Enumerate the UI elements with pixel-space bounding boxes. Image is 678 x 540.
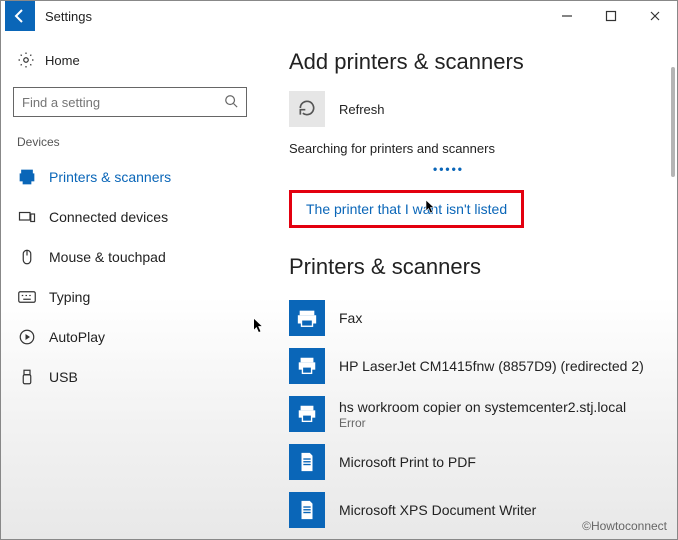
printer-device-icon xyxy=(289,396,325,432)
search-icon xyxy=(224,94,238,111)
print-pdf-icon xyxy=(289,444,325,480)
home-nav[interactable]: Home xyxy=(13,45,247,75)
usb-icon xyxy=(17,367,37,387)
search-input[interactable] xyxy=(22,95,224,110)
search-input-wrap[interactable] xyxy=(13,87,247,117)
printer-name: Microsoft XPS Document Writer xyxy=(339,502,536,518)
keyboard-icon xyxy=(17,287,37,307)
close-button[interactable] xyxy=(633,1,677,31)
printer-name: hs workroom copier on systemcenter2.stj.… xyxy=(339,399,626,415)
sidebar-item-label: Typing xyxy=(49,289,90,305)
printer-device-icon xyxy=(289,348,325,384)
titlebar: Settings xyxy=(1,1,677,31)
printer-name: HP LaserJet CM1415fnw (8857D9) (redirect… xyxy=(339,358,644,374)
gear-icon xyxy=(17,51,35,69)
heading-printers-list: Printers & scanners xyxy=(289,254,647,280)
refresh-icon xyxy=(297,98,317,121)
window-title: Settings xyxy=(45,9,92,24)
print-xps-icon xyxy=(289,492,325,528)
printer-icon xyxy=(17,167,37,187)
printer-not-listed-link[interactable]: The printer that I want isn't listed xyxy=(306,201,507,217)
sidebar-item-label: USB xyxy=(49,369,78,385)
maximize-button[interactable] xyxy=(589,1,633,31)
sidebar-item-label: AutoPlay xyxy=(49,329,105,345)
progress-dots: ••••• xyxy=(433,162,647,176)
sidebar-item-autoplay[interactable]: AutoPlay xyxy=(13,317,247,357)
devices-icon xyxy=(17,207,37,227)
sidebar-item-printers-scanners[interactable]: Printers & scanners xyxy=(13,157,247,197)
printer-row[interactable]: Microsoft Print to PDF xyxy=(289,438,647,486)
printer-row[interactable]: Fax xyxy=(289,294,647,342)
back-button[interactable] xyxy=(5,1,35,31)
sidebar-item-label: Printers & scanners xyxy=(49,169,171,185)
sidebar-item-mouse-touchpad[interactable]: Mouse & touchpad xyxy=(13,237,247,277)
sidebar-item-typing[interactable]: Typing xyxy=(13,277,247,317)
sidebar: Home Devices Printers & scanners xyxy=(1,31,259,539)
mouse-icon xyxy=(17,247,37,267)
sidebar-item-usb[interactable]: USB xyxy=(13,357,247,397)
printer-name: Fax xyxy=(339,310,362,326)
searching-text: Searching for printers and scanners xyxy=(289,141,647,156)
printer-row[interactable]: hs workroom copier on systemcenter2.stj.… xyxy=(289,390,647,438)
sidebar-item-label: Connected devices xyxy=(49,209,168,225)
heading-add-printers: Add printers & scanners xyxy=(289,49,647,75)
content-pane: Add printers & scanners Refresh Searchin… xyxy=(259,31,677,539)
sidebar-section-label: Devices xyxy=(13,135,247,149)
autoplay-icon xyxy=(17,327,37,347)
sidebar-item-label: Mouse & touchpad xyxy=(49,249,166,265)
printer-row[interactable]: HP LaserJet CM1415fnw (8857D9) (redirect… xyxy=(289,342,647,390)
minimize-button[interactable] xyxy=(545,1,589,31)
scrollbar-thumb[interactable] xyxy=(671,67,675,177)
fax-icon xyxy=(289,300,325,336)
highlight-box: The printer that I want isn't listed xyxy=(289,190,524,228)
home-label: Home xyxy=(45,53,80,68)
refresh-button[interactable] xyxy=(289,91,325,127)
printer-status: Error xyxy=(339,416,626,430)
printer-name: Microsoft Print to PDF xyxy=(339,454,476,470)
sidebar-item-connected-devices[interactable]: Connected devices xyxy=(13,197,247,237)
refresh-label: Refresh xyxy=(339,102,385,117)
watermark: ©Howtoconnect xyxy=(582,519,667,533)
